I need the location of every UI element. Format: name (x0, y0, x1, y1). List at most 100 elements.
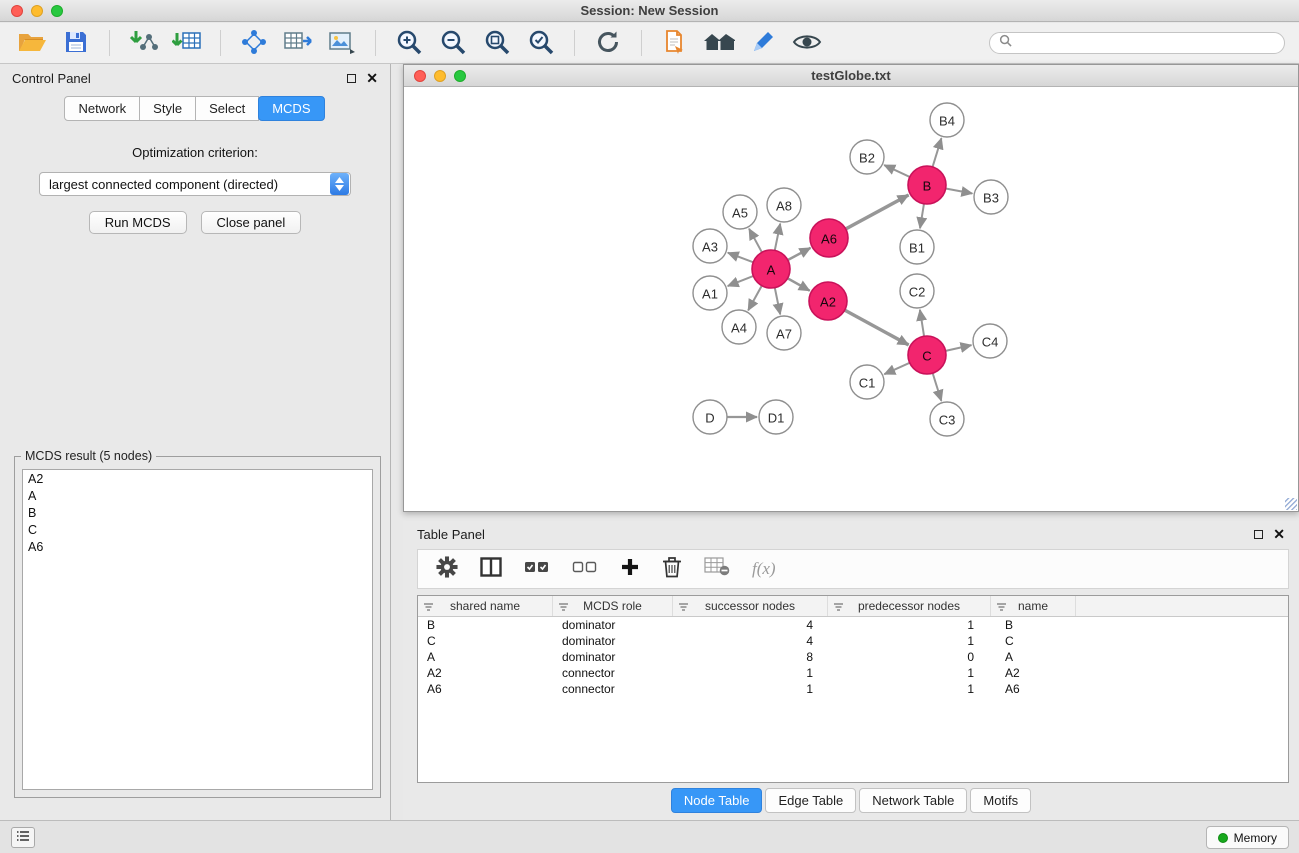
table-cell-filler (1076, 681, 1288, 697)
svg-text:A6: A6 (821, 232, 837, 247)
export-table-button[interactable] (280, 27, 316, 59)
graph-node-B3[interactable]: B3 (974, 180, 1008, 214)
column-header-successor-nodes[interactable]: successor nodes (673, 596, 828, 616)
add-column-icon[interactable] (620, 557, 640, 582)
graph-node-A8[interactable]: A8 (767, 188, 801, 222)
graph-node-B4[interactable]: B4 (930, 103, 964, 137)
show-columns-icon[interactable] (480, 557, 502, 582)
network-canvas[interactable]: B4 B2 B B3 A5 A8 A6 A3 B1 A C2 A1 A2 A4 A7 C4 C C1 D D1 C3 (404, 87, 1298, 510)
application-window: Session: New Session (0, 0, 1299, 853)
import-network-button[interactable] (125, 27, 161, 59)
close-panel-icon[interactable]: ✕ (366, 71, 378, 85)
save-session-button[interactable] (58, 27, 94, 59)
graph-node-B[interactable]: B (908, 166, 946, 204)
show-hide-details-button[interactable] (789, 27, 825, 59)
table-cell: 1 (828, 665, 991, 681)
table-row[interactable]: A6connector11A6 (418, 681, 1288, 697)
graph-node-A6[interactable]: A6 (810, 219, 848, 257)
svg-text:B3: B3 (983, 191, 999, 206)
column-header-name[interactable]: name (991, 596, 1076, 616)
mcds-result-item[interactable]: A (23, 488, 372, 505)
close-table-panel-icon[interactable]: ✕ (1273, 527, 1285, 541)
graph-node-A3[interactable]: A3 (693, 229, 727, 263)
refresh-icon (595, 29, 621, 58)
svg-text:C: C (922, 349, 931, 364)
zoom-fit-button[interactable] (479, 27, 515, 59)
close-panel-button[interactable]: Close panel (201, 211, 302, 234)
column-header-predecessor-nodes[interactable]: predecessor nodes (828, 596, 991, 616)
select-all-icon[interactable] (524, 559, 550, 580)
network-graph[interactable]: B4 B2 B B3 A5 A8 A6 A3 B1 A C2 A1 A2 A4 A7 C4 C C1 D D1 C3 (404, 87, 1298, 510)
table-cell-filler (1076, 649, 1288, 665)
graph-node-B1[interactable]: B1 (900, 230, 934, 264)
graph-node-C[interactable]: C (908, 336, 946, 374)
tab-network-table[interactable]: Network Table (859, 788, 967, 813)
mcds-result-list[interactable]: A2ABCA6 (22, 469, 373, 790)
refresh-view-button[interactable] (590, 27, 626, 59)
function-builder-button[interactable]: f(x) (752, 559, 776, 579)
table-toolbar: f(x) (417, 549, 1289, 589)
tab-node-table[interactable]: Node Table (671, 788, 763, 813)
run-mcds-button[interactable]: Run MCDS (89, 211, 187, 234)
graph-node-A[interactable]: A (752, 250, 790, 288)
graph-node-A2[interactable]: A2 (809, 282, 847, 320)
mcds-result-item[interactable]: C (23, 522, 372, 539)
new-document-button[interactable] (657, 27, 693, 59)
import-table-button[interactable] (169, 27, 205, 59)
tab-network[interactable]: Network (64, 96, 140, 121)
apply-layout-button[interactable] (236, 27, 272, 59)
home-button[interactable] (701, 27, 737, 59)
graph-node-A1[interactable]: A1 (693, 276, 727, 310)
table-row[interactable]: Bdominator41B (418, 617, 1288, 633)
graph-node-A4[interactable]: A4 (722, 310, 756, 344)
tab-style[interactable]: Style (139, 96, 196, 121)
table-settings-gear-icon[interactable] (436, 556, 458, 583)
mcds-result-title: MCDS result (5 nodes) (21, 449, 156, 463)
memory-button[interactable]: Memory (1206, 826, 1289, 849)
mcds-result-item[interactable]: B (23, 505, 372, 522)
graph-node-C1[interactable]: C1 (850, 365, 884, 399)
graph-node-C4[interactable]: C4 (973, 324, 1007, 358)
float-panel-icon[interactable] (347, 74, 356, 83)
column-header-mcds-role[interactable]: MCDS role (553, 596, 673, 616)
hide-table-icon[interactable] (704, 557, 730, 581)
window-resize-grip[interactable] (1285, 498, 1297, 510)
graph-node-C2[interactable]: C2 (900, 274, 934, 308)
table-row[interactable]: Adominator80A (418, 649, 1288, 665)
tab-edge-table[interactable]: Edge Table (765, 788, 856, 813)
unselect-all-icon[interactable] (572, 559, 598, 580)
float-table-panel-icon[interactable] (1254, 530, 1263, 539)
column-header-shared-name[interactable]: shared name (418, 596, 553, 616)
zoom-in-button[interactable] (391, 27, 427, 59)
zoom-out-button[interactable] (435, 27, 471, 59)
toolbar-search[interactable] (989, 32, 1285, 54)
tab-motifs[interactable]: Motifs (970, 788, 1031, 813)
table-row[interactable]: A2connector11A2 (418, 665, 1288, 681)
svg-text:C1: C1 (859, 376, 876, 391)
tab-select[interactable]: Select (195, 96, 259, 121)
export-image-button[interactable] (324, 27, 360, 59)
optimization-criterion-select[interactable]: largest connected component (directed) (39, 172, 351, 196)
graph-node-A5[interactable]: A5 (723, 195, 757, 229)
delete-trash-icon[interactable] (662, 556, 682, 583)
zoom-selected-button[interactable] (523, 27, 559, 59)
search-input[interactable] (1018, 36, 1275, 50)
graph-node-A7[interactable]: A7 (767, 316, 801, 350)
mcds-result-item[interactable]: A6 (23, 539, 372, 556)
table-row[interactable]: Cdominator41C (418, 633, 1288, 649)
control-panel: Control Panel ✕ Network Style Select MCD… (0, 64, 391, 820)
node-table[interactable]: shared name MCDS role successor nodes pr… (417, 595, 1289, 783)
open-session-button[interactable] (14, 27, 50, 59)
network-window-title: testGlobe.txt (404, 68, 1298, 83)
mcds-result-item[interactable]: A2 (23, 471, 372, 488)
svg-text:B2: B2 (859, 151, 875, 166)
task-history-button[interactable] (11, 827, 35, 848)
graph-node-B2[interactable]: B2 (850, 140, 884, 174)
tab-mcds[interactable]: MCDS (258, 96, 324, 121)
graph-node-C3[interactable]: C3 (930, 402, 964, 436)
style-brush-button[interactable] (745, 27, 781, 59)
svg-text:C2: C2 (909, 285, 926, 300)
table-cell: 4 (673, 617, 828, 633)
graph-node-D1[interactable]: D1 (759, 400, 793, 434)
graph-node-D[interactable]: D (693, 400, 727, 434)
